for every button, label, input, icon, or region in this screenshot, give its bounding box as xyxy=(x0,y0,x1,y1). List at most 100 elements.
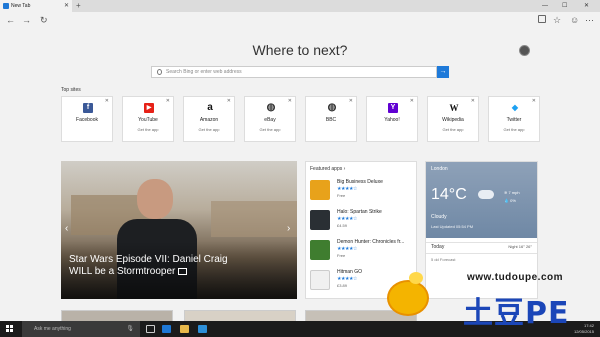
more-menu-icon[interactable]: ⋯ xyxy=(585,14,594,26)
maximize-button[interactable]: ☐ xyxy=(562,0,567,12)
app-rating: ★★★★☆ xyxy=(337,276,357,282)
reading-view-icon[interactable] xyxy=(538,15,546,23)
avatar[interactable] xyxy=(519,45,530,56)
search-placeholder: Search Bing or enter web address xyxy=(166,69,242,75)
close-tab-icon[interactable]: ✕ xyxy=(64,0,69,12)
headline-line-2: WILL be a Stormtrooper xyxy=(69,266,176,277)
top-site-yahoo[interactable]: ✕ Y Yahoo! xyxy=(366,96,418,142)
tudoupe-logo-icon xyxy=(387,280,429,316)
top-site-twitter[interactable]: ✕ ◆ Twitter Get the app xyxy=(488,96,540,142)
back-arrow-icon[interactable]: ← xyxy=(6,14,15,26)
weather-city: London xyxy=(431,166,448,172)
app-price: Free xyxy=(337,253,346,258)
remove-tile-icon[interactable]: ✕ xyxy=(532,98,536,104)
featured-apps-label[interactable]: Featured apps › xyxy=(310,166,345,172)
news-headline[interactable]: Star Wars Episode VII: Daniel Craig WILL… xyxy=(69,254,289,278)
youtube-icon: ▶ xyxy=(144,103,154,113)
divider xyxy=(426,253,537,254)
app-name: Demon Hunter: Chronicles fr... xyxy=(337,239,405,245)
tab-strip: New Tab ✕ + — ☐ ✕ xyxy=(0,0,600,12)
app-name: Big Business Deluxe xyxy=(337,179,383,185)
favorites-star-icon[interactable]: ☆ xyxy=(553,14,561,26)
windows-start-icon[interactable] xyxy=(6,325,14,333)
edge-taskbar-icon[interactable] xyxy=(162,325,171,333)
top-site-label: YouTube xyxy=(138,117,158,123)
weather-condition: Cloudy xyxy=(431,214,447,220)
top-site-wikipedia[interactable]: ✕ W Wikipedia Get the app xyxy=(427,96,479,142)
get-app-label: Get the app xyxy=(442,127,464,132)
refresh-icon[interactable]: ↻ xyxy=(40,14,48,26)
app-thumbnail xyxy=(310,240,330,260)
amazon-icon: a xyxy=(207,102,213,113)
app-price: Free xyxy=(337,193,346,198)
bing-icon xyxy=(157,69,162,75)
feedback-smile-icon[interactable]: ☺ xyxy=(570,14,579,26)
cortana-search-box[interactable]: Ask me anything 🎙 xyxy=(22,321,140,337)
app-name: Hitman GO xyxy=(337,269,363,275)
search-input[interactable]: Search Bing or enter web address xyxy=(151,66,437,78)
top-sites-label: Top sites xyxy=(61,87,81,93)
featured-app-item[interactable]: Big Business Deluxe ★★★★☆ Free xyxy=(310,178,414,208)
top-site-facebook[interactable]: ✕ f Facebook xyxy=(61,96,113,142)
gallery-camera-icon xyxy=(178,267,188,275)
get-app-label: Get the app xyxy=(259,127,281,132)
globe-icon: ◍ xyxy=(266,102,276,113)
top-site-label: Facebook xyxy=(76,117,98,123)
top-site-amazon[interactable]: ✕ a Amazon Get the app xyxy=(183,96,235,142)
remove-tile-icon[interactable]: ✕ xyxy=(105,98,109,104)
carousel-next-icon[interactable]: › xyxy=(287,223,290,234)
forward-arrow-icon[interactable]: → xyxy=(22,14,31,26)
app-rating: ★★★★☆ xyxy=(337,186,357,192)
search-go-button[interactable]: → xyxy=(437,66,449,78)
weather-today-label: Today xyxy=(431,244,445,250)
app-thumbnail xyxy=(310,210,330,230)
top-site-ebay[interactable]: ✕ ◍ eBay Get the app xyxy=(244,96,296,142)
divider xyxy=(426,242,537,243)
globe-icon: ◍ xyxy=(327,102,337,113)
featured-app-item[interactable]: Halo: Spartan Strike ★★★★☆ £4.59 xyxy=(310,208,414,238)
top-site-label: Yahoo! xyxy=(384,117,400,123)
remove-tile-icon[interactable]: ✕ xyxy=(471,98,475,104)
remove-tile-icon[interactable]: ✕ xyxy=(349,98,353,104)
twitter-icon: ◆ xyxy=(511,103,519,112)
get-app-label: Get the app xyxy=(503,127,525,132)
close-window-button[interactable]: ✕ xyxy=(584,0,589,12)
weather-updated: Last Updated 05:54 PM xyxy=(431,224,474,229)
carousel-prev-icon[interactable]: ‹ xyxy=(65,223,68,234)
app-rating: ★★★★☆ xyxy=(337,216,357,222)
microphone-icon[interactable]: 🎙 xyxy=(126,321,134,337)
store-icon[interactable] xyxy=(198,325,207,333)
top-site-label: Amazon xyxy=(199,117,219,123)
tab-new-tab[interactable]: New Tab ✕ xyxy=(0,0,72,12)
yahoo-icon: Y xyxy=(388,103,398,113)
remove-tile-icon[interactable]: ✕ xyxy=(288,98,292,104)
weather-temperature: 14°C xyxy=(431,186,467,203)
top-site-bbc[interactable]: ✕ ◍ BBC xyxy=(305,96,357,142)
tab-title: New Tab xyxy=(11,3,31,9)
task-view-icon[interactable] xyxy=(146,325,155,333)
top-site-label: Twitter xyxy=(506,117,522,123)
remove-tile-icon[interactable]: ✕ xyxy=(227,98,231,104)
top-site-youtube[interactable]: ✕ ▶ YouTube Get the app xyxy=(122,96,174,142)
weather-today-value: Night 16° 26° xyxy=(508,244,532,249)
headline-line-1: Star Wars Episode VII: Daniel Craig xyxy=(69,254,228,265)
news-carousel[interactable]: Star Wars Episode VII: Daniel Craig WILL… xyxy=(61,161,297,299)
top-site-label: eBay xyxy=(264,117,276,123)
carousel-dots xyxy=(201,292,252,299)
watermark-brand: 土豆PE xyxy=(463,296,570,331)
page-title: Where to next? xyxy=(252,42,348,58)
minimize-button[interactable]: — xyxy=(542,0,548,12)
wikipedia-icon: W xyxy=(449,103,459,113)
file-explorer-icon[interactable] xyxy=(180,325,189,333)
remove-tile-icon[interactable]: ✕ xyxy=(410,98,414,104)
top-site-label: Wikipedia xyxy=(442,117,464,123)
facebook-icon: f xyxy=(83,103,93,113)
cloud-icon xyxy=(478,190,494,199)
new-tab-button[interactable]: + xyxy=(76,0,81,12)
app-name: Halo: Spartan Strike xyxy=(337,209,382,215)
get-app-label: Get the app xyxy=(137,127,159,132)
weather-forecast-label: 5 dd Forecast xyxy=(431,257,456,262)
weather-header: London 14°C ≋ 7 mph 💧 0% Cloudy Last Upd… xyxy=(426,162,537,238)
remove-tile-icon[interactable]: ✕ xyxy=(166,98,170,104)
app-price: £3.89 xyxy=(337,283,348,288)
